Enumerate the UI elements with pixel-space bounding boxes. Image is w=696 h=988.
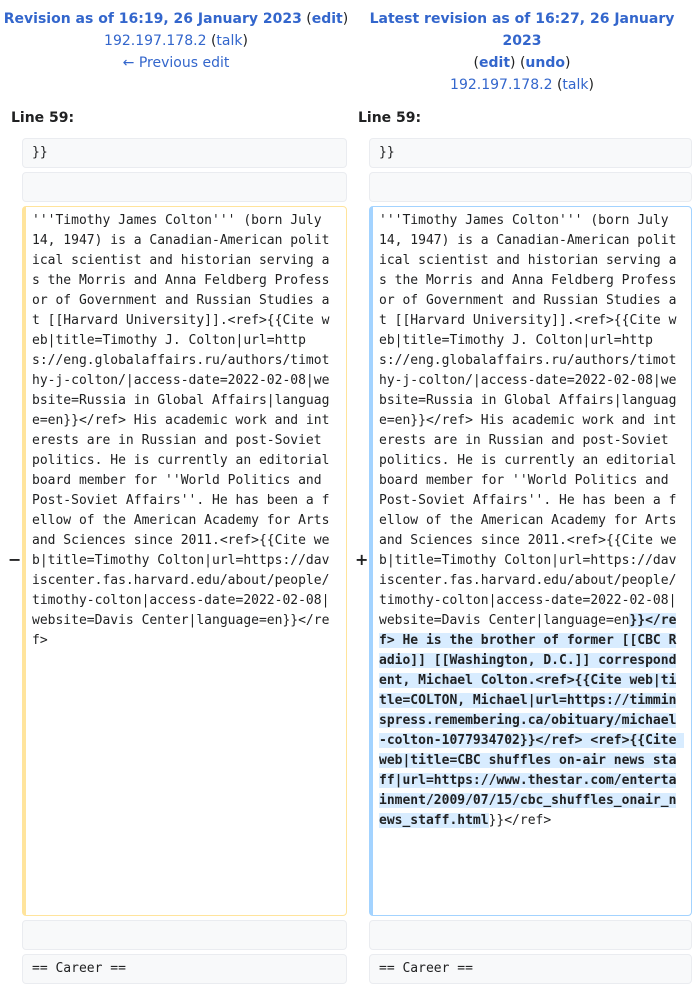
right-talk-link[interactable]: talk [562,77,588,93]
unchanged-text: '''Timothy James Colton''' (born July 14… [379,213,685,628]
right-user-link[interactable]: 192.197.178.2 [450,77,552,93]
right-context-braces: }} [369,138,692,168]
paren: ) [242,33,248,49]
deleted-paragraph: '''Timothy James Colton''' (born July 14… [22,206,347,916]
right-edit-link[interactable]: edit [479,55,510,71]
left-context-empty-2 [22,920,347,950]
left-revision-header: Revision as of 16:19, 26 January 2023 (e… [0,8,352,74]
paren: ) [564,55,571,71]
left-user-link[interactable]: 192.197.178.2 [104,33,206,49]
right-revision-header: Latest revision as of 16:27, 26 January … [348,8,696,96]
inserted-text: }}</ref> He is the brother of former [[C… [379,613,685,828]
previous-edit-link[interactable]: ← Previous edit [123,55,230,71]
right-context-empty [369,172,692,202]
added-paragraph: '''Timothy James Colton''' (born July 14… [369,206,692,916]
right-revision-title-link[interactable]: Latest revision as of 16:27, 26 January … [370,11,675,49]
right-line-number: Line 59: [358,110,422,126]
deleted-line-marker: − [8,550,22,569]
left-context-braces: }} [22,138,347,168]
left-revision-title-link[interactable]: Revision as of 16:19, 26 January 2023 [4,11,302,27]
added-line-marker: + [355,550,369,569]
left-talk-link[interactable]: talk [216,33,242,49]
left-line-number: Line 59: [11,110,75,126]
left-context-career: == Career == [22,954,347,984]
paren: ) [588,77,594,93]
right-context-empty-2 [369,920,692,950]
left-edit-link[interactable]: edit [312,11,343,27]
right-context-career: == Career == [369,954,692,984]
paren: ) ( [510,55,526,71]
undo-link[interactable]: undo [525,55,565,71]
left-context-empty [22,172,347,202]
unchanged-text-tail: }}</ref> [488,813,552,828]
